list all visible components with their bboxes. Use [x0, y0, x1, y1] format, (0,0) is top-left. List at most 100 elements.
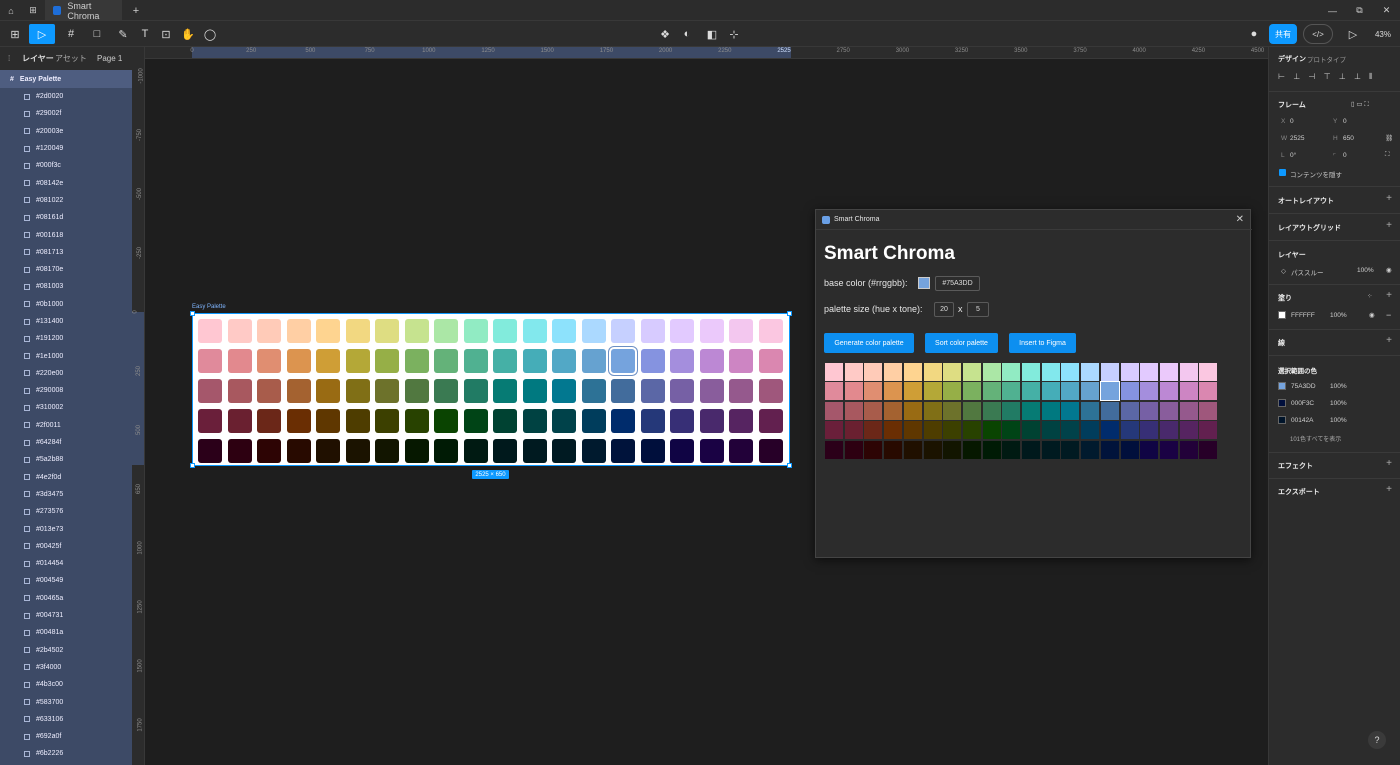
layer-row[interactable]: #633106	[0, 711, 132, 728]
palette-swatch[interactable]	[227, 439, 252, 463]
base-color-swatch[interactable]	[918, 277, 930, 289]
palette-swatch[interactable]	[758, 379, 783, 403]
plugin-palette-swatch[interactable]	[903, 363, 922, 381]
layer-row[interactable]: #3f4000	[0, 659, 132, 676]
selection-color-opacity[interactable]: 100%	[1330, 400, 1347, 407]
panel-toggle-icon[interactable]: ⁞	[8, 54, 10, 63]
plugin-palette-swatch[interactable]	[1002, 382, 1021, 401]
palette-swatch[interactable]	[640, 439, 665, 463]
hand-tool-icon[interactable]: ✋	[180, 24, 196, 44]
plugin-palette-swatch[interactable]	[1002, 363, 1021, 381]
layer-row[interactable]: #4b3c00	[0, 676, 132, 693]
palette-swatch[interactable]	[581, 439, 606, 463]
plugin-palette-swatch[interactable]	[1041, 401, 1060, 420]
palette-swatch[interactable]	[699, 319, 724, 343]
layer-row[interactable]: #583700	[0, 693, 132, 710]
palette-swatch[interactable]	[640, 409, 665, 433]
palette-swatch[interactable]	[699, 409, 724, 433]
plugin-palette-swatch[interactable]	[1179, 382, 1198, 401]
palette-swatch[interactable]	[345, 439, 370, 463]
palette-swatch[interactable]	[316, 379, 340, 403]
h-field[interactable]: 650	[1343, 135, 1354, 142]
palette-swatch[interactable]	[286, 409, 311, 433]
palette-swatch[interactable]	[375, 409, 399, 433]
palette-swatch[interactable]	[198, 439, 222, 463]
layer-row[interactable]: #081713	[0, 244, 132, 261]
palette-swatch[interactable]	[522, 409, 547, 433]
plugin-palette-swatch[interactable]	[903, 382, 922, 401]
main-menu-icon[interactable]: ⊞	[4, 24, 26, 44]
plugin-palette-swatch[interactable]	[844, 440, 863, 459]
close-window-button[interactable]: ✕	[1374, 0, 1399, 21]
palette-swatch[interactable]	[286, 439, 311, 463]
plugin-palette-swatch[interactable]	[903, 440, 922, 459]
palette-swatch[interactable]	[522, 349, 547, 373]
resize-handle[interactable]	[787, 463, 792, 468]
layer-row[interactable]: #29002f	[0, 105, 132, 122]
effects-title[interactable]: エフェクト	[1278, 461, 1313, 471]
y-field[interactable]: 0	[1343, 118, 1347, 125]
layer-row[interactable]: #310002	[0, 399, 132, 416]
plugin-palette-swatch[interactable]	[864, 382, 883, 401]
palette-swatch[interactable]	[758, 349, 783, 373]
plugin-palette-swatch[interactable]	[1140, 401, 1159, 420]
palette-swatch[interactable]	[670, 439, 694, 463]
add-effect-icon[interactable]: +	[1386, 458, 1392, 469]
palette-swatch[interactable]	[493, 319, 517, 343]
radius-field[interactable]: 0	[1343, 152, 1347, 159]
plugin-palette-swatch[interactable]	[844, 382, 863, 401]
plugin-palette-swatch[interactable]	[1061, 440, 1080, 459]
eye-icon[interactable]: ◉	[1386, 266, 1392, 274]
fill-swatch[interactable]	[1278, 311, 1286, 319]
palette-swatch[interactable]	[286, 379, 311, 403]
minimize-button[interactable]: —	[1320, 0, 1345, 21]
plugin-palette-swatch[interactable]	[1140, 382, 1159, 401]
palette-swatch[interactable]	[463, 409, 488, 433]
plugin-palette-swatch[interactable]	[1022, 401, 1040, 420]
palette-swatch[interactable]	[729, 409, 753, 433]
plugin-palette-swatch[interactable]	[1022, 421, 1040, 440]
plugin-palette-swatch[interactable]	[884, 382, 903, 401]
layer-row[interactable]: #00481a	[0, 624, 132, 641]
fill-hex[interactable]: FFFFFF	[1291, 312, 1315, 319]
plugin-palette-swatch[interactable]	[923, 440, 942, 459]
frame-orientation-icon[interactable]: ▯ ▭ ⛶	[1351, 100, 1369, 109]
plugin-palette-swatch[interactable]	[1140, 421, 1159, 440]
layer-row[interactable]: #004549	[0, 572, 132, 589]
plugin-palette-swatch[interactable]	[1120, 382, 1139, 401]
layer-row[interactable]: #013e73	[0, 520, 132, 537]
palette-swatch[interactable]	[434, 349, 458, 373]
palette-swatch[interactable]	[581, 349, 606, 373]
layer-row[interactable]: #001618	[0, 226, 132, 243]
plugin-palette-swatch[interactable]	[962, 440, 981, 459]
add-auto-layout-icon[interactable]: +	[1386, 193, 1392, 204]
remove-fill-icon[interactable]: −	[1386, 310, 1391, 320]
palette-swatch[interactable]	[611, 409, 635, 433]
page-selector[interactable]: Page 1	[97, 54, 122, 63]
plugin-palette-swatch[interactable]	[1081, 440, 1100, 459]
plugin-palette-swatch[interactable]	[962, 382, 981, 401]
layer-row[interactable]: #64284f	[0, 434, 132, 451]
add-stroke-icon[interactable]: +	[1386, 335, 1392, 346]
palette-swatch[interactable]	[758, 439, 783, 463]
palette-swatch[interactable]	[758, 409, 783, 433]
plugin-palette-swatch[interactable]	[943, 363, 962, 381]
plugin-palette-swatch[interactable]	[844, 401, 863, 420]
palette-swatch[interactable]	[316, 349, 340, 373]
w-field[interactable]: 2525	[1290, 135, 1304, 142]
tab-layers[interactable]: レイヤー	[22, 53, 54, 64]
add-fill-icon[interactable]: +	[1386, 290, 1392, 301]
plugin-palette-swatch[interactable]	[1041, 421, 1060, 440]
layer-row[interactable]: #5a2b88	[0, 451, 132, 468]
palette-swatch[interactable]	[345, 379, 370, 403]
base-color-input[interactable]: #75A3DD	[935, 276, 980, 291]
plugin-palette-swatch[interactable]	[1179, 421, 1198, 440]
layer-row[interactable]: #3d3475	[0, 486, 132, 503]
palette-swatch[interactable]	[286, 349, 311, 373]
palette-swatch[interactable]	[611, 439, 635, 463]
palette-swatch[interactable]	[257, 409, 281, 433]
palette-swatch[interactable]	[581, 409, 606, 433]
layer-row[interactable]: #000f3c	[0, 157, 132, 174]
plugin-palette-swatch[interactable]	[1081, 363, 1100, 381]
palette-swatch[interactable]	[552, 409, 576, 433]
